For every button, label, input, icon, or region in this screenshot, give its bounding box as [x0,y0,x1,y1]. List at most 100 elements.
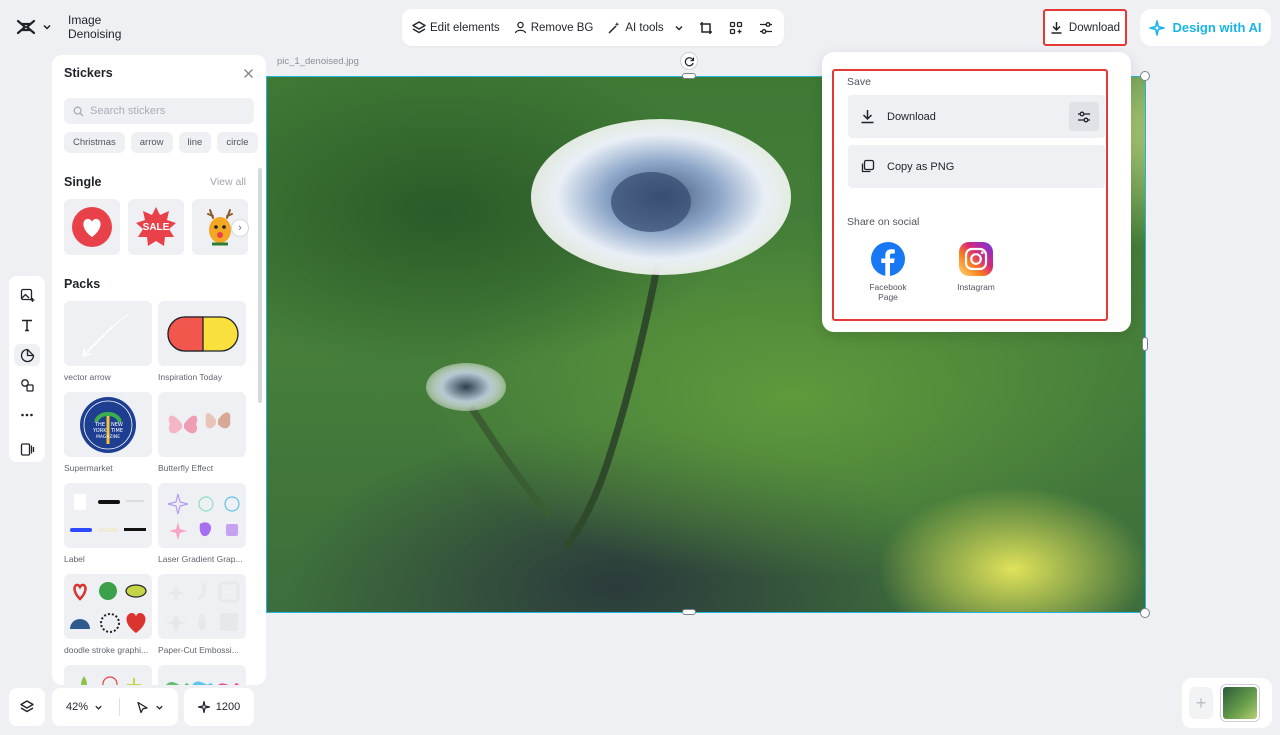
layers-icon [20,700,34,713]
pack-label: Label [64,554,85,564]
stickers-scrollbar[interactable] [258,168,262,403]
pack-paper-cut[interactable]: Paper-Cut Embossi... [158,574,246,659]
download-button[interactable]: Download [1043,9,1127,46]
pill-icon [167,315,239,352]
resize-handle-bottom-right[interactable] [1140,608,1150,618]
pack-partial-2[interactable] [158,665,246,685]
save-section-label: Save [847,76,871,88]
resize-handle-right[interactable] [1142,337,1148,351]
ai-tools-button[interactable]: AI tools [607,21,683,35]
rail-shapes-button[interactable] [14,374,40,396]
sticker-heart[interactable] [64,199,120,255]
chevron-down-icon [43,24,51,30]
rail-stickers-button[interactable] [14,344,40,366]
pack-label: doodle stroke graphi... [64,645,149,655]
pack-laser-gradient[interactable]: Laser Gradient Grap... [158,483,246,568]
pack-supermarket[interactable]: THE NEW YORK TIME MAGAZINE Supermarket [64,392,152,477]
single-section-title: Single [64,175,102,189]
chevron-down-icon[interactable] [155,703,164,712]
chip-line[interactable]: line [178,132,212,153]
magic-wand-icon [608,21,620,34]
remove-bg-button[interactable]: Remove BG [514,21,594,34]
instagram-label: Instagram [957,282,995,292]
crop-icon [699,21,712,34]
pack-vector-arrow[interactable]: vector arrow [64,301,152,386]
person-icon [514,21,526,34]
download-icon [1051,22,1062,34]
rail-image-button[interactable] [14,284,40,306]
rail-text-button[interactable] [14,314,40,336]
share-section-label: Share on social [847,216,920,228]
pack-label: Supermarket [64,463,113,473]
add-page-button[interactable]: + [1189,687,1213,719]
design-with-ai-label: Design with AI [1172,20,1262,35]
pages-strip: + [1182,678,1272,728]
badge-text: TIME [110,428,123,434]
app-menu-button[interactable] [16,19,52,35]
copy-as-png-label: Copy as PNG [887,160,955,173]
shapes-icon [20,378,34,392]
partial-pack-icon [81,676,141,685]
facebook-label: Facebook [869,282,907,292]
resize-handle-bottom[interactable] [682,609,696,615]
slides-icon [20,442,34,456]
design-with-ai-button[interactable]: Design with AI [1140,9,1271,46]
sticker-sale[interactable]: SALE [128,199,184,255]
chip-arrow[interactable]: arrow [130,132,173,153]
badge-text: YORK [92,428,107,434]
crop-button[interactable] [698,19,714,37]
app-header: Image Denoising [8,10,160,44]
pack-doodle-stroke[interactable]: doodle stroke graphi... [64,574,152,659]
download-settings-button[interactable] [1069,102,1099,131]
badge-text: MAGAZINE [96,434,120,440]
paper-cut-icon [166,581,240,633]
pack-inspiration-today[interactable]: Inspiration Today [158,301,246,386]
copy-as-png-option[interactable]: Copy as PNG [848,145,1105,188]
ai-tools-label: AI tools [625,21,664,34]
pack-label: Inspiration Today [158,372,223,382]
layers-icon [412,20,426,33]
left-tool-rail [9,276,45,462]
page-thumbnail[interactable] [1221,685,1259,721]
close-icon[interactable] [243,68,254,79]
pack-butterfly-effect[interactable]: Butterfly Effect [158,392,246,477]
download-icon [861,110,874,124]
download-option[interactable]: Download [848,95,1105,138]
zoom-level[interactable]: 42% [66,701,88,713]
image-add-icon [20,288,34,302]
instagram-icon [959,242,993,276]
text-icon [22,319,32,332]
single-next-button[interactable]: › [231,219,249,237]
pointer-icon[interactable] [136,701,149,714]
arrange-button[interactable] [728,19,744,37]
top-toolbar: Edit elements Remove BG AI tools [402,9,784,46]
adjust-button[interactable] [758,19,774,37]
share-facebook-button[interactable]: Facebook Page [858,242,918,302]
heart-sticker-icon [72,207,112,247]
pack-label-set[interactable]: Label [64,483,152,568]
remove-bg-label: Remove BG [530,21,594,34]
rail-more-button[interactable] [14,404,40,426]
share-instagram-button[interactable]: Instagram [946,242,1006,292]
edit-elements-button[interactable]: Edit elements [412,20,500,35]
chip-circle[interactable]: circle [217,132,258,153]
chevron-down-icon[interactable] [94,703,103,712]
rotate-handle[interactable] [680,52,698,70]
ai-sparkle-icon [1149,19,1166,36]
search-placeholder: Search stickers [90,105,166,117]
rotate-icon [684,56,694,66]
pack-partial-1[interactable] [64,665,152,685]
rail-present-button[interactable] [14,438,40,460]
chip-christmas[interactable]: Christmas [64,132,125,153]
resize-handle-top-right[interactable] [1140,71,1150,81]
credits-button[interactable]: 1200 [184,688,254,726]
sliders-icon [759,21,772,34]
search-icon [73,106,84,116]
resize-handle-top[interactable] [682,73,696,79]
view-all-link[interactable]: View all [210,176,246,188]
sticker-search-input[interactable]: Search stickers [64,98,254,124]
divider [119,698,121,716]
app-title[interactable]: Image Denoising [68,13,152,41]
grid-scan-icon [729,21,742,34]
layers-button[interactable] [9,688,45,726]
